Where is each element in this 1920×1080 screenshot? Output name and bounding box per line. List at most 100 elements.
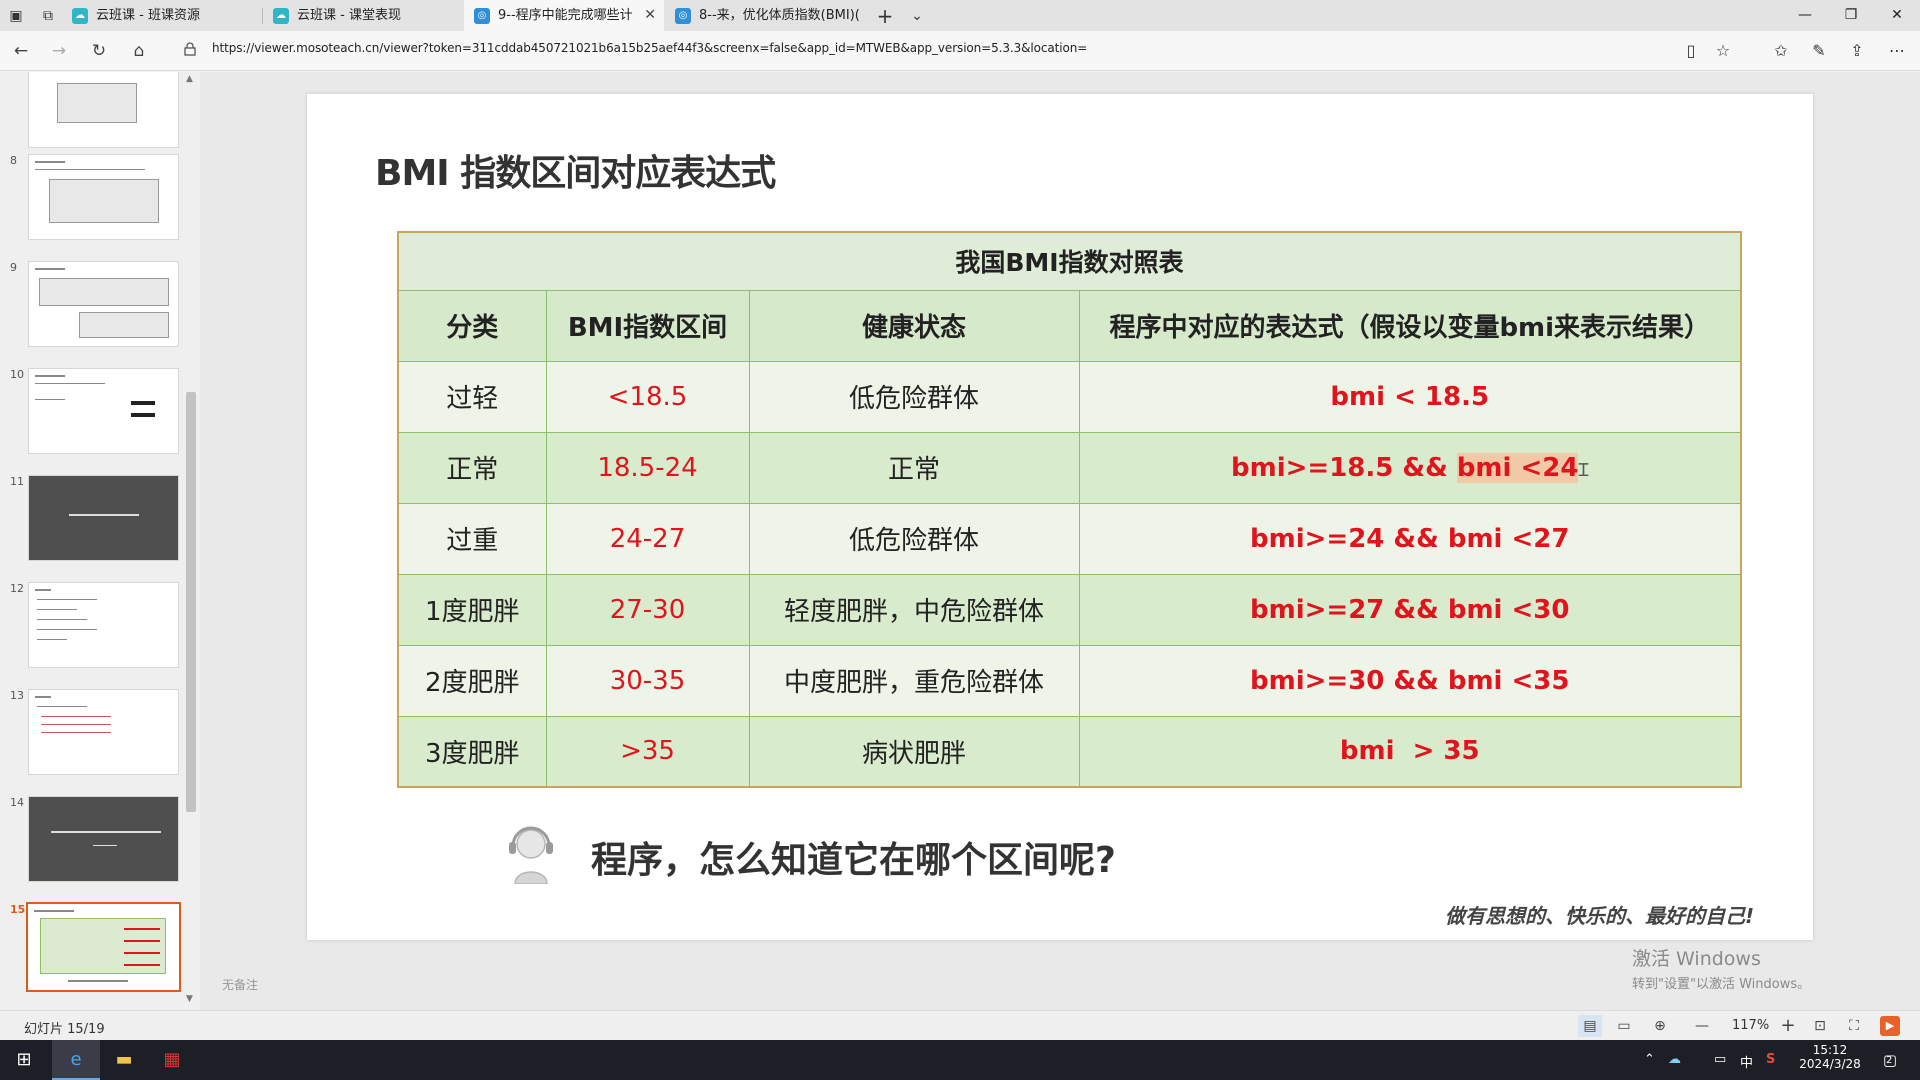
windows-start-icon[interactable]: ⊞: [0, 1040, 48, 1080]
tab-actions-icon[interactable]: ▣: [6, 6, 26, 26]
slide: BMI 指数区间对应表达式 我国BMI指数对照表 分类 BMI指数区间 健康状态…: [307, 94, 1813, 940]
cell-category: 过重: [397, 502, 547, 575]
thumbnail-number: 11: [10, 475, 24, 488]
slide-thumbnail[interactable]: [28, 582, 179, 668]
header-expression: 程序中对应的表达式（假设以变量bmi来表示结果）: [1078, 289, 1742, 362]
zoom-out-icon[interactable]: —: [1690, 1015, 1714, 1037]
web-view-icon[interactable]: ⊕: [1648, 1015, 1672, 1037]
thumbnail-number: 12: [10, 582, 24, 595]
reading-view-icon[interactable]: ▯: [1680, 40, 1702, 62]
cell-health: 病状肥胖: [748, 715, 1080, 788]
header-health-status: 健康状态: [748, 289, 1080, 362]
tab-current-slide[interactable]: ◎ 9--程序中能完成哪些计 ✕: [464, 0, 664, 31]
cell-health: 正常: [748, 431, 1080, 504]
system-clock[interactable]: 15:12 2024/3/28: [1798, 1043, 1862, 1071]
bmi-table: 我国BMI指数对照表 分类 BMI指数区间 健康状态 程序中对应的表达式（假设以…: [397, 231, 1742, 788]
cell-health: 低危险群体: [748, 502, 1080, 575]
cell-health: 中度肥胖，重危险群体: [748, 644, 1080, 717]
new-tab-icon[interactable]: +: [875, 6, 895, 26]
slide-thumbnail[interactable]: [28, 72, 179, 148]
minimize-window-icon[interactable]: —: [1782, 0, 1828, 31]
sogou-input-icon[interactable]: S: [1766, 1052, 1775, 1067]
favorites-hub-icon[interactable]: ✩: [1770, 40, 1792, 62]
cell-range: 18.5-24: [545, 431, 750, 504]
tab-list-chevron-down-icon[interactable]: ⌄: [907, 6, 927, 26]
close-tab-icon[interactable]: ✕: [644, 0, 656, 31]
expr-part: bmi>=18.5 &&: [1231, 452, 1457, 483]
slide-counter: 幻灯片 15/19: [24, 1022, 105, 1037]
notes-placeholder[interactable]: 无备注: [222, 976, 258, 993]
pen-notes-icon[interactable]: ✎: [1808, 40, 1830, 62]
slide-thumbnail[interactable]: [28, 475, 179, 561]
thumbnail-number: 9: [10, 261, 17, 274]
cell-expression: bmi < 18.5: [1078, 360, 1742, 433]
slide-thumbnail[interactable]: [28, 689, 179, 775]
cell-category: 1度肥胖: [397, 573, 547, 646]
ime-indicator[interactable]: 中: [1740, 1052, 1753, 1071]
tab-title: 8--来，优化体质指数(BMI)(: [699, 8, 860, 23]
lock-icon: [184, 42, 196, 56]
restore-window-icon[interactable]: ❐: [1828, 0, 1874, 31]
cell-category: 正常: [397, 431, 547, 504]
question-text: 程序，怎么知道它在哪个区间呢?: [591, 840, 1116, 881]
zoom-in-icon[interactable]: +: [1776, 1015, 1800, 1037]
scrollbar-thumb[interactable]: [186, 392, 196, 812]
cloud-class-favicon-icon: ☁: [72, 8, 88, 24]
set-aside-tabs-icon[interactable]: ⧉: [38, 6, 58, 26]
thumbnail-scrollbar[interactable]: ▲ ▼: [183, 72, 199, 1010]
cell-range: >35: [545, 715, 750, 788]
more-menu-icon[interactable]: ⋯: [1886, 40, 1908, 62]
slideshow-play-icon[interactable]: ▶: [1880, 1016, 1900, 1036]
cell-expression: bmi>=30 && bmi <35: [1078, 644, 1742, 717]
table-row: 过重 24-27 低危险群体 bmi>=24 && bmi <27: [397, 502, 1742, 575]
tab-title: 云班课 - 班课资源: [96, 8, 200, 23]
url-input[interactable]: https://viewer.mosoteach.cn/viewer?token…: [212, 41, 1087, 55]
edge-browser-icon[interactable]: e: [52, 1040, 100, 1080]
scroll-down-icon[interactable]: ▼: [186, 994, 193, 1004]
notification-count: 2: [1886, 1055, 1893, 1066]
fit-to-window-icon[interactable]: ⊡: [1808, 1015, 1832, 1037]
cloud-class-favicon-icon: ☁: [273, 8, 289, 24]
slide-thumbnail[interactable]: [28, 368, 179, 454]
slide-thumbnail[interactable]: [28, 261, 179, 347]
slide-thumbnail[interactable]: [28, 154, 179, 240]
tab-class-performance[interactable]: ☁ 云班课 - 课堂表现: [263, 0, 463, 31]
thumbnail-number: 14: [10, 796, 24, 809]
cell-expression: bmi>=18.5 && bmi <24Ɪ: [1078, 431, 1742, 504]
viewer-status-bar: 幻灯片 15/19 ▤ ▭ ⊕ — 117% + ⊡ ⛶ ▶: [0, 1010, 1920, 1040]
network-icon[interactable]: ▭: [1714, 1052, 1726, 1067]
show-hidden-icons-chevron-up-icon[interactable]: ⌃: [1644, 1052, 1655, 1067]
clock-time: 15:12: [1812, 1043, 1848, 1057]
selected-text-highlight[interactable]: bmi <24: [1456, 452, 1579, 483]
forward-arrow-icon[interactable]: →: [48, 40, 70, 62]
refresh-icon[interactable]: ↻: [88, 40, 110, 62]
tab-title: 9--程序中能完成哪些计: [498, 8, 633, 23]
normal-view-icon[interactable]: ▤: [1578, 1015, 1602, 1037]
tab-class-resources[interactable]: ☁ 云班课 - 班课资源: [62, 0, 262, 31]
watermark-line2: 转到"设置"以激活 Windows。: [1632, 977, 1811, 992]
network-cloud-icon[interactable]: ☁: [1668, 1052, 1681, 1067]
store-app-icon[interactable]: ▦: [148, 1040, 196, 1080]
home-icon[interactable]: ⌂: [128, 40, 150, 62]
back-arrow-icon[interactable]: ←: [10, 40, 32, 62]
favorite-star-icon[interactable]: ☆: [1712, 40, 1734, 62]
thumbnail-number: 13: [10, 689, 24, 702]
share-icon[interactable]: ⇪: [1846, 40, 1868, 62]
notes-view-icon[interactable]: ▭: [1612, 1015, 1636, 1037]
table-row: 正常 18.5-24 正常 bmi>=18.5 && bmi <24Ɪ: [397, 431, 1742, 504]
cell-expression: bmi>=27 && bmi <30: [1078, 573, 1742, 646]
address-bar-row: ← → ↻ ⌂ https://viewer.mosoteach.cn/view…: [0, 31, 1920, 71]
close-window-icon[interactable]: ✕: [1874, 0, 1920, 31]
cell-category: 过轻: [397, 360, 547, 433]
text-cursor-icon: Ɪ: [1578, 459, 1589, 481]
fullscreen-icon[interactable]: ⛶: [1842, 1015, 1866, 1037]
header-category: 分类: [397, 289, 547, 362]
scroll-up-icon[interactable]: ▲: [186, 74, 193, 84]
file-explorer-icon[interactable]: ▬: [100, 1040, 148, 1080]
notification-center-icon[interactable]: ▢ 2: [1878, 1048, 1902, 1072]
tab-bmi-lesson[interactable]: ◎ 8--来，优化体质指数(BMI)(: [665, 0, 865, 31]
headset-person-icon: [509, 826, 553, 884]
cell-range: 30-35: [545, 644, 750, 717]
slide-thumbnail-current[interactable]: [26, 902, 181, 992]
slide-thumbnail[interactable]: [28, 796, 179, 882]
